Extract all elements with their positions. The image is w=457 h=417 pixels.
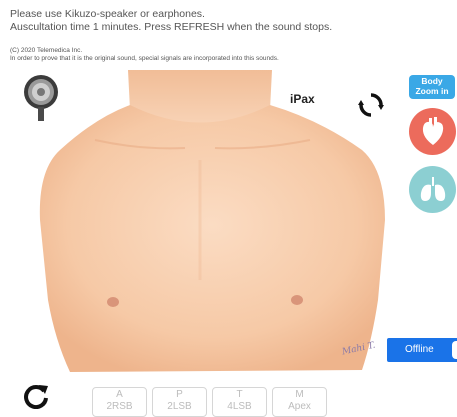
auscultation-point-mitral[interactable]: M Apex bbox=[272, 387, 327, 417]
left-nipple bbox=[107, 297, 119, 307]
right-nipple bbox=[291, 295, 303, 305]
point-letter: A bbox=[116, 389, 123, 400]
point-location: 2RSB bbox=[106, 401, 133, 412]
auscultation-point-pulmonic[interactable]: P 2LSB bbox=[152, 387, 207, 417]
point-letter: M bbox=[295, 389, 304, 400]
stethoscope-icon[interactable] bbox=[22, 74, 60, 122]
brand-logo: iPax bbox=[290, 92, 315, 106]
point-letter: T bbox=[236, 389, 243, 400]
heart-icon bbox=[422, 116, 443, 145]
heart-sounds-button[interactable] bbox=[409, 108, 456, 155]
point-location: 4LSB bbox=[227, 401, 252, 412]
lung-sounds-button[interactable] bbox=[409, 166, 456, 213]
chest bbox=[39, 105, 385, 372]
body-zoom-in-button[interactable]: Body Zoom in bbox=[409, 75, 455, 99]
point-location: 2LSB bbox=[167, 401, 192, 412]
point-letter: P bbox=[176, 389, 183, 400]
offline-button[interactable]: Offline bbox=[387, 338, 457, 362]
lungs-icon bbox=[420, 176, 445, 201]
offline-edge bbox=[452, 341, 457, 359]
rotate-icon[interactable] bbox=[358, 92, 384, 118]
zoom-label-line-2: Zoom in bbox=[415, 85, 449, 96]
auscultation-point-aortic[interactable]: A 2RSB bbox=[92, 387, 147, 417]
auscultation-point-tricuspid[interactable]: T 4LSB bbox=[212, 387, 267, 417]
point-location: Apex bbox=[288, 401, 311, 412]
refresh-icon[interactable] bbox=[23, 383, 49, 409]
